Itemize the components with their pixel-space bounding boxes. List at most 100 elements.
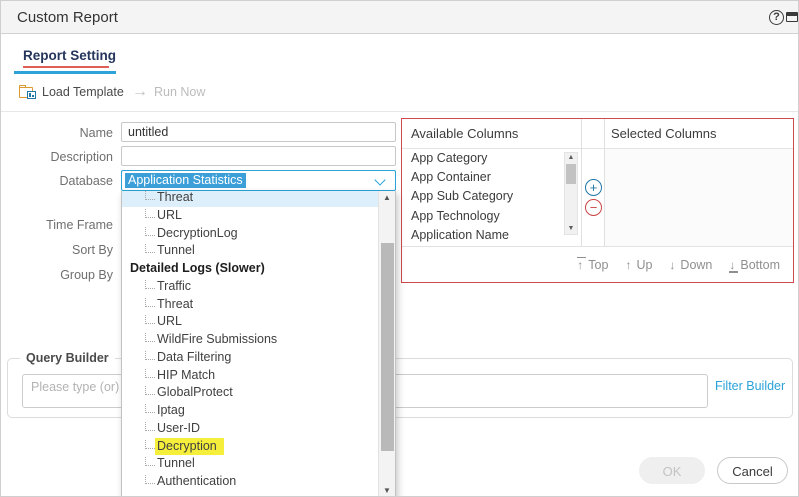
dropdown-option[interactable]: URL (122, 313, 380, 331)
dropdown-option[interactable]: URL (122, 207, 380, 225)
available-columns-header: Available Columns (411, 126, 518, 141)
dropdown-option[interactable]: Threat (122, 191, 380, 207)
move-bottom-label: Bottom (740, 258, 780, 272)
description-input[interactable] (121, 146, 396, 166)
panel-divider (604, 119, 605, 246)
scroll-up-icon[interactable]: ▲ (565, 153, 577, 163)
dialog-title: Custom Report (17, 1, 118, 34)
dropdown-option[interactable]: Tunnel (122, 455, 380, 473)
tree-branch-icon (145, 191, 155, 200)
move-bottom-button[interactable]: ↓ Bottom (729, 258, 780, 272)
column-order-toolbar: ↑ Top ↑ Up ↓ Down ↓ Bottom (402, 246, 793, 282)
dropdown-group-header: Detailed Logs (Slower) (122, 260, 380, 278)
load-template-folder-icon (19, 85, 36, 99)
scroll-down-icon[interactable]: ▼ (565, 224, 577, 234)
sort-by-label: Sort By (1, 243, 113, 257)
move-down-label: Down (680, 258, 712, 272)
scroll-down-icon[interactable]: ▼ (379, 484, 395, 497)
tab-report-setting[interactable]: Report Setting (23, 48, 116, 63)
time-frame-label: Time Frame (1, 218, 113, 232)
move-bottom-icon: ↓ (729, 259, 735, 271)
dropdown-option[interactable]: HIP Match (122, 367, 380, 385)
run-now-label: Run Now (154, 85, 205, 99)
dropdown-option[interactable]: Threat (122, 296, 380, 314)
scroll-up-icon[interactable]: ▲ (379, 191, 395, 205)
filter-builder-link[interactable]: Filter Builder (715, 379, 785, 393)
chevron-down-icon (374, 174, 385, 185)
move-up-button[interactable]: ↑ Up (625, 258, 652, 272)
tree-branch-icon (145, 404, 155, 413)
tree-branch-icon (145, 351, 155, 360)
tree-branch-icon (145, 298, 155, 307)
selected-columns-list[interactable] (605, 149, 793, 246)
database-selected-value: Application Statistics (125, 173, 246, 188)
cancel-button[interactable]: Cancel (717, 457, 788, 484)
tree-branch-icon (145, 315, 155, 324)
dropdown-option[interactable]: Data Filtering (122, 349, 380, 367)
load-template-button[interactable]: Load Template (19, 85, 124, 99)
tree-branch-icon (145, 422, 155, 431)
description-label: Description (1, 150, 113, 164)
dropdown-option[interactable]: WildFire Submissions (122, 331, 380, 349)
name-input[interactable] (121, 122, 396, 142)
database-select[interactable]: Application Statistics (121, 170, 396, 191)
dropdown-option[interactable]: User-ID (122, 420, 380, 438)
tree-branch-icon (145, 369, 155, 378)
scrollbar-thumb[interactable] (381, 243, 394, 451)
window-dock-icon[interactable] (786, 12, 798, 22)
help-icon[interactable]: ? (769, 10, 784, 25)
toolbar-divider (1, 111, 799, 112)
scrollbar-thumb[interactable] (566, 164, 576, 184)
move-top-icon: ↑ (577, 259, 583, 271)
name-label: Name (1, 126, 113, 140)
move-up-icon: ↑ (625, 259, 631, 271)
tree-branch-icon (145, 244, 155, 253)
dropdown-option[interactable]: Iptag (122, 402, 380, 420)
available-column-item[interactable]: App Category (402, 149, 564, 168)
dropdown-option[interactable]: Tunnel (122, 242, 380, 260)
tree-branch-icon (145, 333, 155, 342)
move-down-button[interactable]: ↓ Down (669, 258, 712, 272)
move-down-icon: ↓ (669, 259, 675, 271)
available-column-item[interactable]: Application Name (402, 226, 564, 245)
database-dropdown: Threat URL DecryptionLog Tunnel Detailed… (121, 191, 396, 497)
panel-divider (581, 119, 582, 246)
available-columns-scrollbar[interactable]: ▲ ▼ (564, 152, 578, 235)
yellow-highlight: Decryption (155, 438, 224, 455)
group-by-label: Group By (1, 268, 113, 282)
move-top-button[interactable]: ↑ Top (577, 258, 608, 272)
tree-branch-icon (145, 280, 155, 289)
move-top-label: Top (588, 258, 608, 272)
remove-column-button[interactable]: − (585, 199, 602, 216)
active-tab-indicator (14, 71, 116, 74)
dropdown-option-decryption[interactable]: Decryption (122, 438, 380, 456)
dropdown-option[interactable]: GlobalProtect (122, 384, 380, 402)
dialog-titlebar: Custom Report ? (1, 1, 799, 34)
tree-branch-icon (145, 475, 155, 484)
available-column-item[interactable]: App Container (402, 168, 564, 187)
dropdown-option[interactable]: DecryptionLog (122, 225, 380, 243)
database-label: Database (1, 174, 113, 188)
tree-branch-icon (145, 209, 155, 218)
load-template-label: Load Template (42, 85, 124, 99)
available-column-item[interactable]: App Technology (402, 207, 564, 226)
custom-report-dialog: Custom Report ? Report Setting Load Temp… (0, 0, 799, 497)
move-up-label: Up (636, 258, 652, 272)
dropdown-option[interactable]: Authentication (122, 473, 380, 491)
run-now-button[interactable]: → Run Now (132, 85, 205, 99)
selected-columns-header: Selected Columns (611, 126, 717, 141)
dropdown-scrollbar[interactable]: ▲ ▼ (378, 191, 395, 497)
columns-panel: Available Columns Selected Columns App C… (401, 118, 794, 283)
dropdown-option[interactable]: Traffic (122, 278, 380, 296)
query-builder-legend: Query Builder (20, 351, 115, 365)
tree-branch-icon (145, 457, 155, 466)
ok-button[interactable]: OK (639, 457, 705, 484)
tree-branch-icon (145, 227, 155, 236)
available-columns-list: App Category App Container App Sub Categ… (402, 149, 564, 245)
add-column-button[interactable]: + (585, 179, 602, 196)
database-dropdown-list: Threat URL DecryptionLog Tunnel Detailed… (122, 191, 380, 491)
available-column-item[interactable]: App Sub Category (402, 187, 564, 206)
tree-branch-icon (145, 440, 155, 449)
tree-branch-icon (145, 386, 155, 395)
run-now-arrow-icon: → (132, 85, 148, 99)
